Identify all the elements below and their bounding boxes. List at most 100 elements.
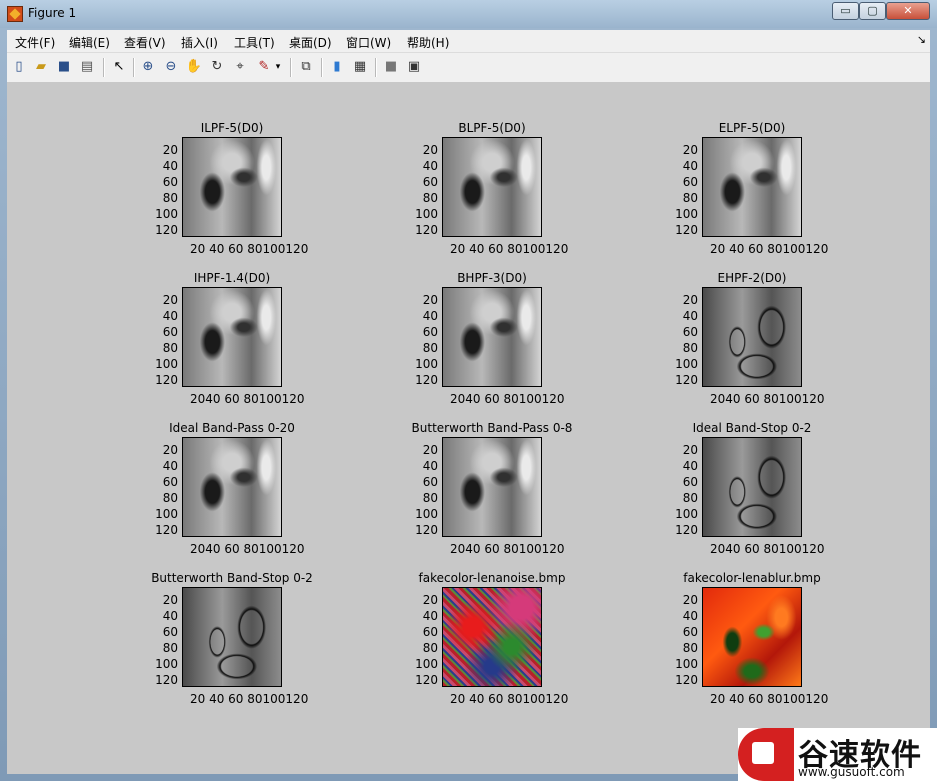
data-cursor-icon[interactable]: ⌖ — [231, 58, 249, 76]
image-axes[interactable] — [702, 137, 802, 237]
y-tick-label: 100 — [155, 207, 178, 221]
menu-desktop[interactable]: 桌面(D) — [289, 34, 332, 51]
legend-icon[interactable]: ▦ — [351, 58, 369, 76]
pan-icon[interactable]: ✋ — [185, 58, 203, 76]
y-tick-label: 120 — [675, 523, 698, 537]
y-tick-label: 80 — [422, 341, 438, 355]
y-tick-label: 120 — [415, 373, 438, 387]
subplot-title: BHPF-3(D0) — [457, 271, 527, 285]
y-tick-label: 100 — [415, 657, 438, 671]
subplot-title: fakecolor-lenablur.bmp — [683, 571, 821, 585]
y-tick-label: 100 — [415, 357, 438, 371]
menu-overflow-icon[interactable]: ↘ — [917, 33, 926, 46]
colorbar-icon[interactable]: ▮ — [328, 58, 346, 76]
minimize-button[interactable]: ▭ — [832, 2, 859, 20]
y-tick-label: 80 — [162, 641, 178, 655]
menu-file[interactable]: 文件(F) — [15, 34, 55, 51]
y-tick-label: 120 — [675, 673, 698, 687]
subplot-panel: ILPF-5(D0) 20 40 60 80 100 120 20 40 60 8010012… — [112, 121, 372, 271]
filtered-image — [703, 588, 801, 686]
x-tick-labels: 20 40 60 80100120 — [450, 692, 569, 706]
maximize-button[interactable]: ▢ — [859, 2, 886, 20]
subplot-panel: BLPF-5(D0) 20 40 60 80 100 120 20 40 60 8010012… — [372, 121, 632, 271]
image-axes[interactable] — [182, 287, 282, 387]
subplot-panel: fakecolor-lenablur.bmp 20 40 60 80 100 120 20 4… — [632, 571, 892, 721]
subplot-title: Butterworth Band-Pass 0-8 — [411, 421, 573, 435]
menu-bar: 文件(F) 编辑(E) 查看(V) 插入(I) 工具(T) 桌面(D) 窗口(W… — [7, 30, 930, 53]
subplot-panel: ELPF-5(D0) 20 40 60 80 100 120 20 40 60 8010012… — [632, 121, 892, 271]
image-axes[interactable] — [182, 137, 282, 237]
open-file-icon[interactable]: ▰ — [32, 58, 50, 76]
y-tick-label: 120 — [155, 373, 178, 387]
show-plot-tools-icon[interactable]: ▣ — [405, 58, 423, 76]
y-tick-label: 20 — [162, 593, 178, 607]
hide-plot-tools-icon[interactable]: ■ — [382, 58, 400, 76]
image-axes[interactable] — [182, 587, 282, 687]
image-axes[interactable] — [702, 287, 802, 387]
x-tick-labels: 20 40 60 80100120 — [190, 242, 309, 256]
filtered-image — [183, 438, 281, 536]
new-figure-icon[interactable]: ▯ — [10, 58, 28, 76]
toolbar-separator — [133, 58, 135, 77]
toolbar-separator — [321, 58, 323, 77]
menu-tools[interactable]: 工具(T) — [234, 34, 275, 51]
brush-dropdown-icon[interactable]: ▾ — [273, 58, 283, 76]
filtered-image — [703, 138, 801, 236]
watermark-url: www.gusuoft.com — [798, 765, 905, 779]
image-axes[interactable] — [442, 587, 542, 687]
window-title: Figure 1 — [28, 6, 77, 20]
figure-canvas[interactable]: ILPF-5(D0) 20 40 60 80 100 120 20 40 60 8010012… — [7, 83, 930, 774]
menu-insert[interactable]: 插入(I) — [181, 34, 218, 51]
figure-toolbar: ▯ ▰ ■ ▤ ↖ ⊕ ⊖ ✋ ↻ ⌖ ✎ ▾ ⧉ ▮ ▦ ■ ▣ — [7, 53, 930, 83]
filtered-image — [183, 588, 281, 686]
image-axes[interactable] — [442, 437, 542, 537]
watermark-logo — [738, 728, 794, 781]
y-tick-label: 120 — [155, 223, 178, 237]
title-bar[interactable]: Figure 1 ▭ ▢ ✕ — [0, 0, 937, 28]
y-tick-label: 80 — [162, 491, 178, 505]
filtered-image — [443, 288, 541, 386]
subplot-title: Ideal Band-Stop 0-2 — [692, 421, 812, 435]
print-icon[interactable]: ▤ — [78, 58, 96, 76]
save-icon[interactable]: ■ — [55, 58, 73, 76]
y-tick-label: 40 — [422, 609, 438, 623]
y-tick-label: 120 — [415, 223, 438, 237]
zoom-in-icon[interactable]: ⊕ — [139, 58, 157, 76]
y-tick-label: 20 — [682, 593, 698, 607]
y-tick-label: 60 — [422, 475, 438, 489]
image-axes[interactable] — [442, 287, 542, 387]
y-tick-label: 100 — [415, 507, 438, 521]
image-axes[interactable] — [182, 437, 282, 537]
menu-view[interactable]: 查看(V) — [124, 34, 166, 51]
close-button[interactable]: ✕ — [886, 2, 930, 20]
subplot-title: EHPF-2(D0) — [717, 271, 787, 285]
y-tick-label: 20 — [422, 293, 438, 307]
y-tick-label: 20 — [682, 293, 698, 307]
y-tick-label: 80 — [422, 641, 438, 655]
toolbar-separator — [103, 58, 105, 77]
subplot-panel: Butterworth Band-Pass 0-8 20 40 60 80 100 120 2… — [372, 421, 632, 571]
zoom-out-icon[interactable]: ⊖ — [162, 58, 180, 76]
y-tick-label: 40 — [682, 609, 698, 623]
y-tick-label: 40 — [682, 459, 698, 473]
y-tick-label: 60 — [682, 625, 698, 639]
link-plot-icon[interactable]: ⧉ — [297, 58, 315, 76]
x-tick-labels: 2040 60 80100120 — [450, 392, 565, 406]
image-axes[interactable] — [442, 137, 542, 237]
y-tick-label: 40 — [682, 159, 698, 173]
brush-icon[interactable]: ✎ — [255, 58, 273, 76]
subplot-title: Butterworth Band-Stop 0-2 — [151, 571, 313, 585]
menu-window[interactable]: 窗口(W) — [346, 34, 391, 51]
y-tick-label: 60 — [422, 325, 438, 339]
pointer-icon[interactable]: ↖ — [110, 58, 128, 76]
image-axes[interactable] — [702, 587, 802, 687]
menu-edit[interactable]: 编辑(E) — [69, 34, 110, 51]
y-tick-label: 40 — [162, 609, 178, 623]
x-tick-labels: 20 40 60 80100120 — [710, 692, 829, 706]
y-tick-label: 100 — [675, 207, 698, 221]
menu-help[interactable]: 帮助(H) — [407, 34, 449, 51]
rotate-3d-icon[interactable]: ↻ — [208, 58, 226, 76]
filtered-image — [183, 138, 281, 236]
image-axes[interactable] — [702, 437, 802, 537]
filtered-image — [703, 288, 801, 386]
